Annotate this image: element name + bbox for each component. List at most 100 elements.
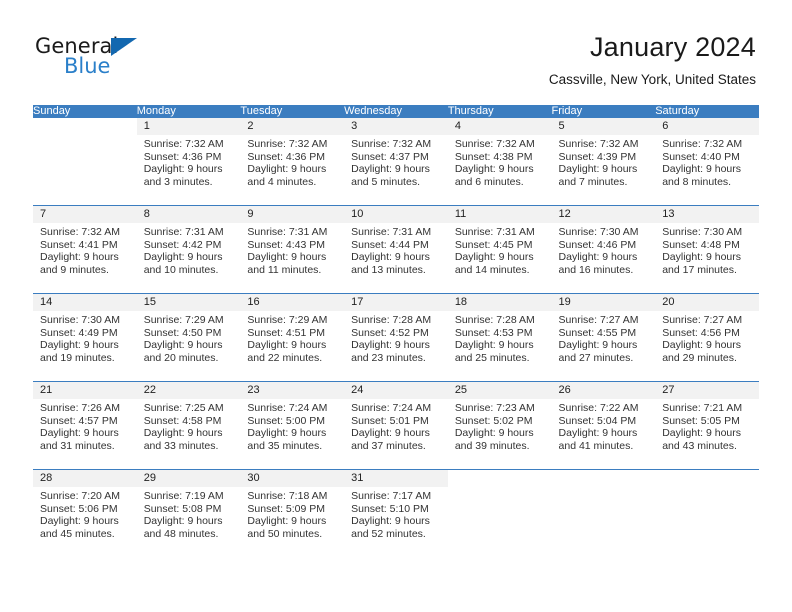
triangle-logo-icon	[111, 38, 137, 56]
calendar-day-cell[interactable]: 4 Sunrise: 7:32 AM Sunset: 4:38 PM Daylight…	[447, 117, 552, 206]
day-detail-lines: Sunrise: 7:31 AM Sunset: 4:43 PM Daylight:…	[240, 223, 344, 276]
day-number: 16	[240, 294, 345, 311]
calendar-day-cell[interactable]: 29 Sunrise: 7:19 AM Sunset: 5:08 PM Dayligh…	[136, 469, 241, 558]
daylight-text-line1: Daylight: 9 hours	[662, 427, 742, 440]
daylight-text-line2: and 23 minutes.	[351, 351, 426, 364]
location-subtitle: Cassville, New York, United States	[548, 72, 756, 87]
sunrise-text: Sunrise: 7:32 AM	[143, 138, 224, 150]
calendar-day-cell[interactable]: 21 Sunrise: 7:26 AM Sunset: 4:57 PM Dayligh…	[33, 381, 137, 470]
day-cell-inner: 27 Sunrise: 7:21 AM Sunset: 5:05 PM Dayligh…	[655, 382, 759, 469]
daylight-text-line2: and 5 minutes.	[351, 175, 420, 188]
sunset-text: Sunset: 4:49 PM	[40, 326, 118, 339]
day-number: 15	[136, 294, 241, 311]
sunset-text: Sunset: 4:38 PM	[454, 150, 533, 163]
sunrise-text: Sunrise: 7:31 AM	[351, 226, 432, 238]
daylight-text-line1: Daylight: 9 hours	[454, 427, 534, 440]
daylight-text-line1: Daylight: 9 hours	[351, 427, 430, 440]
day-detail-lines: Sunrise: 7:30 AM Sunset: 4:48 PM Daylight:…	[655, 223, 759, 276]
day-detail-lines	[552, 487, 656, 490]
calendar-day-cell[interactable]: 27 Sunrise: 7:21 AM Sunset: 5:05 PM Dayligh…	[655, 381, 759, 470]
daylight-text-line2: and 48 minutes.	[143, 527, 219, 540]
calendar-day-cell[interactable]: 1 Sunrise: 7:32 AM Sunset: 4:36 PM Daylight…	[136, 117, 241, 206]
sunset-text: Sunset: 5:09 PM	[247, 502, 326, 515]
calendar-day-cell[interactable]: 30 Sunrise: 7:18 AM Sunset: 5:09 PM Dayligh…	[240, 469, 345, 558]
calendar-day-cell[interactable]: 3 Sunrise: 7:32 AM Sunset: 4:37 PM Daylight…	[344, 117, 448, 206]
sunset-text: Sunset: 4:53 PM	[454, 326, 533, 339]
calendar-day-cell[interactable]: 9 Sunrise: 7:31 AM Sunset: 4:43 PM Daylight…	[240, 205, 345, 294]
calendar-day-cell[interactable]: 24 Sunrise: 7:24 AM Sunset: 5:01 PM Dayligh…	[344, 381, 448, 470]
daylight-text-line1: Daylight: 9 hours	[247, 339, 327, 352]
day-cell-inner: 13 Sunrise: 7:30 AM Sunset: 4:48 PM Dayligh…	[655, 206, 759, 293]
calendar-day-cell[interactable]: 25 Sunrise: 7:23 AM Sunset: 5:02 PM Dayligh…	[447, 381, 552, 470]
sunrise-text: Sunrise: 7:22 AM	[558, 402, 639, 414]
brand-logo[interactable]: General Blue	[35, 34, 245, 84]
day-detail-lines: Sunrise: 7:32 AM Sunset: 4:40 PM Daylight:…	[655, 135, 759, 188]
calendar-day-cell[interactable]: 31 Sunrise: 7:17 AM Sunset: 5:10 PM Dayligh…	[344, 469, 448, 558]
day-cell-inner: 18 Sunrise: 7:28 AM Sunset: 4:53 PM Dayligh…	[447, 294, 552, 381]
day-number: 1	[136, 118, 241, 135]
calendar-day-cell[interactable]: 18 Sunrise: 7:28 AM Sunset: 4:53 PM Dayligh…	[447, 293, 552, 382]
day-detail-lines: Sunrise: 7:32 AM Sunset: 4:41 PM Daylight:…	[33, 223, 137, 276]
day-cell-inner: 2 Sunrise: 7:32 AM Sunset: 4:36 PM Daylight…	[240, 118, 345, 205]
sunrise-text: Sunrise: 7:32 AM	[558, 138, 639, 150]
day-number: 27	[655, 382, 759, 399]
day-cell-inner	[447, 470, 552, 558]
calendar-day-cell[interactable]: 28 Sunrise: 7:20 AM Sunset: 5:06 PM Dayligh…	[33, 469, 137, 558]
day-detail-lines: Sunrise: 7:31 AM Sunset: 4:45 PM Daylight:…	[448, 223, 552, 276]
daylight-text-line2: and 45 minutes.	[40, 527, 115, 540]
sunset-text: Sunset: 5:04 PM	[558, 414, 637, 427]
daylight-text-line1: Daylight: 9 hours	[558, 163, 638, 176]
daylight-text-line1: Daylight: 9 hours	[40, 251, 119, 264]
day-number: 5	[551, 118, 656, 135]
day-cell-inner	[551, 470, 656, 558]
sunset-text: Sunset: 5:06 PM	[40, 502, 118, 515]
daylight-text-line1: Daylight: 9 hours	[454, 163, 534, 176]
day-cell-inner: 16 Sunrise: 7:29 AM Sunset: 4:51 PM Dayligh…	[240, 294, 345, 381]
day-detail-lines: Sunrise: 7:31 AM Sunset: 4:42 PM Daylight:…	[137, 223, 241, 276]
sunrise-text: Sunrise: 7:28 AM	[351, 314, 432, 326]
sunrise-text: Sunrise: 7:30 AM	[558, 226, 639, 238]
daylight-text-line2: and 10 minutes.	[143, 263, 219, 276]
page-title: January 2024	[589, 32, 756, 62]
calendar-day-cell[interactable]: 7 Sunrise: 7:32 AM Sunset: 4:41 PM Daylight…	[33, 205, 137, 294]
calendar-week-row: 21 Sunrise: 7:26 AM Sunset: 4:57 PM Dayligh…	[33, 381, 759, 470]
calendar-day-cell[interactable]: 17 Sunrise: 7:28 AM Sunset: 4:52 PM Dayligh…	[344, 293, 448, 382]
calendar-day-cell[interactable]: 8 Sunrise: 7:31 AM Sunset: 4:42 PM Daylight…	[136, 205, 241, 294]
sunrise-text: Sunrise: 7:32 AM	[454, 138, 535, 150]
sunset-text: Sunset: 5:10 PM	[351, 502, 429, 515]
day-cell-inner: 14 Sunrise: 7:30 AM Sunset: 4:49 PM Dayligh…	[33, 294, 137, 381]
day-number: 26	[551, 382, 656, 399]
calendar-day-cell[interactable]: 12 Sunrise: 7:30 AM Sunset: 4:46 PM Dayligh…	[551, 205, 656, 294]
daylight-text-line2: and 22 minutes.	[247, 351, 323, 364]
calendar-day-cell[interactable]: 2 Sunrise: 7:32 AM Sunset: 4:36 PM Daylight…	[240, 117, 345, 206]
calendar-day-cell[interactable]: 14 Sunrise: 7:30 AM Sunset: 4:49 PM Dayligh…	[33, 293, 137, 382]
calendar-day-cell[interactable]: 22 Sunrise: 7:25 AM Sunset: 4:58 PM Dayligh…	[136, 381, 241, 470]
day-detail-lines: Sunrise: 7:24 AM Sunset: 5:01 PM Daylight:…	[344, 399, 448, 452]
calendar-day-cell[interactable]: 15 Sunrise: 7:29 AM Sunset: 4:50 PM Dayligh…	[136, 293, 241, 382]
calendar-day-cell[interactable]: 5 Sunrise: 7:32 AM Sunset: 4:39 PM Daylight…	[551, 117, 656, 206]
calendar-day-cell[interactable]: 20 Sunrise: 7:27 AM Sunset: 4:56 PM Dayligh…	[655, 293, 759, 382]
day-detail-lines	[448, 487, 552, 490]
daylight-text-line1: Daylight: 9 hours	[40, 339, 119, 352]
calendar-day-cell[interactable]: 23 Sunrise: 7:24 AM Sunset: 5:00 PM Dayligh…	[240, 381, 345, 470]
day-cell-inner	[33, 118, 137, 205]
day-cell-inner: 20 Sunrise: 7:27 AM Sunset: 4:56 PM Dayligh…	[655, 294, 759, 381]
daylight-text-line1: Daylight: 9 hours	[558, 251, 638, 264]
calendar-day-cell[interactable]: 16 Sunrise: 7:29 AM Sunset: 4:51 PM Dayligh…	[240, 293, 345, 382]
sunset-text: Sunset: 4:43 PM	[247, 238, 326, 251]
calendar-weekday-header-row: Sunday Monday Tuesday Wednesday Thursday Frid…	[33, 105, 759, 118]
daylight-text-line1: Daylight: 9 hours	[351, 339, 430, 352]
calendar-day-cell[interactable]: 13 Sunrise: 7:30 AM Sunset: 4:48 PM Dayligh…	[655, 205, 759, 294]
day-number	[551, 470, 656, 487]
calendar-day-cell[interactable]: 19 Sunrise: 7:27 AM Sunset: 4:55 PM Dayligh…	[551, 293, 656, 382]
day-cell-inner: 15 Sunrise: 7:29 AM Sunset: 4:50 PM Dayligh…	[136, 294, 241, 381]
calendar-day-cell[interactable]: 11 Sunrise: 7:31 AM Sunset: 4:45 PM Dayligh…	[447, 205, 552, 294]
calendar-day-cell[interactable]: 6 Sunrise: 7:32 AM Sunset: 4:40 PM Daylight…	[655, 117, 759, 206]
calendar-day-cell[interactable]: 10 Sunrise: 7:31 AM Sunset: 4:44 PM Dayligh…	[344, 205, 448, 294]
day-number: 17	[344, 294, 448, 311]
calendar-day-cell[interactable]: 26 Sunrise: 7:22 AM Sunset: 5:04 PM Dayligh…	[551, 381, 656, 470]
daylight-text-line2: and 52 minutes.	[351, 527, 426, 540]
daylight-text-line2: and 8 minutes.	[662, 175, 732, 188]
day-cell-inner	[655, 470, 759, 558]
day-detail-lines	[33, 135, 137, 138]
